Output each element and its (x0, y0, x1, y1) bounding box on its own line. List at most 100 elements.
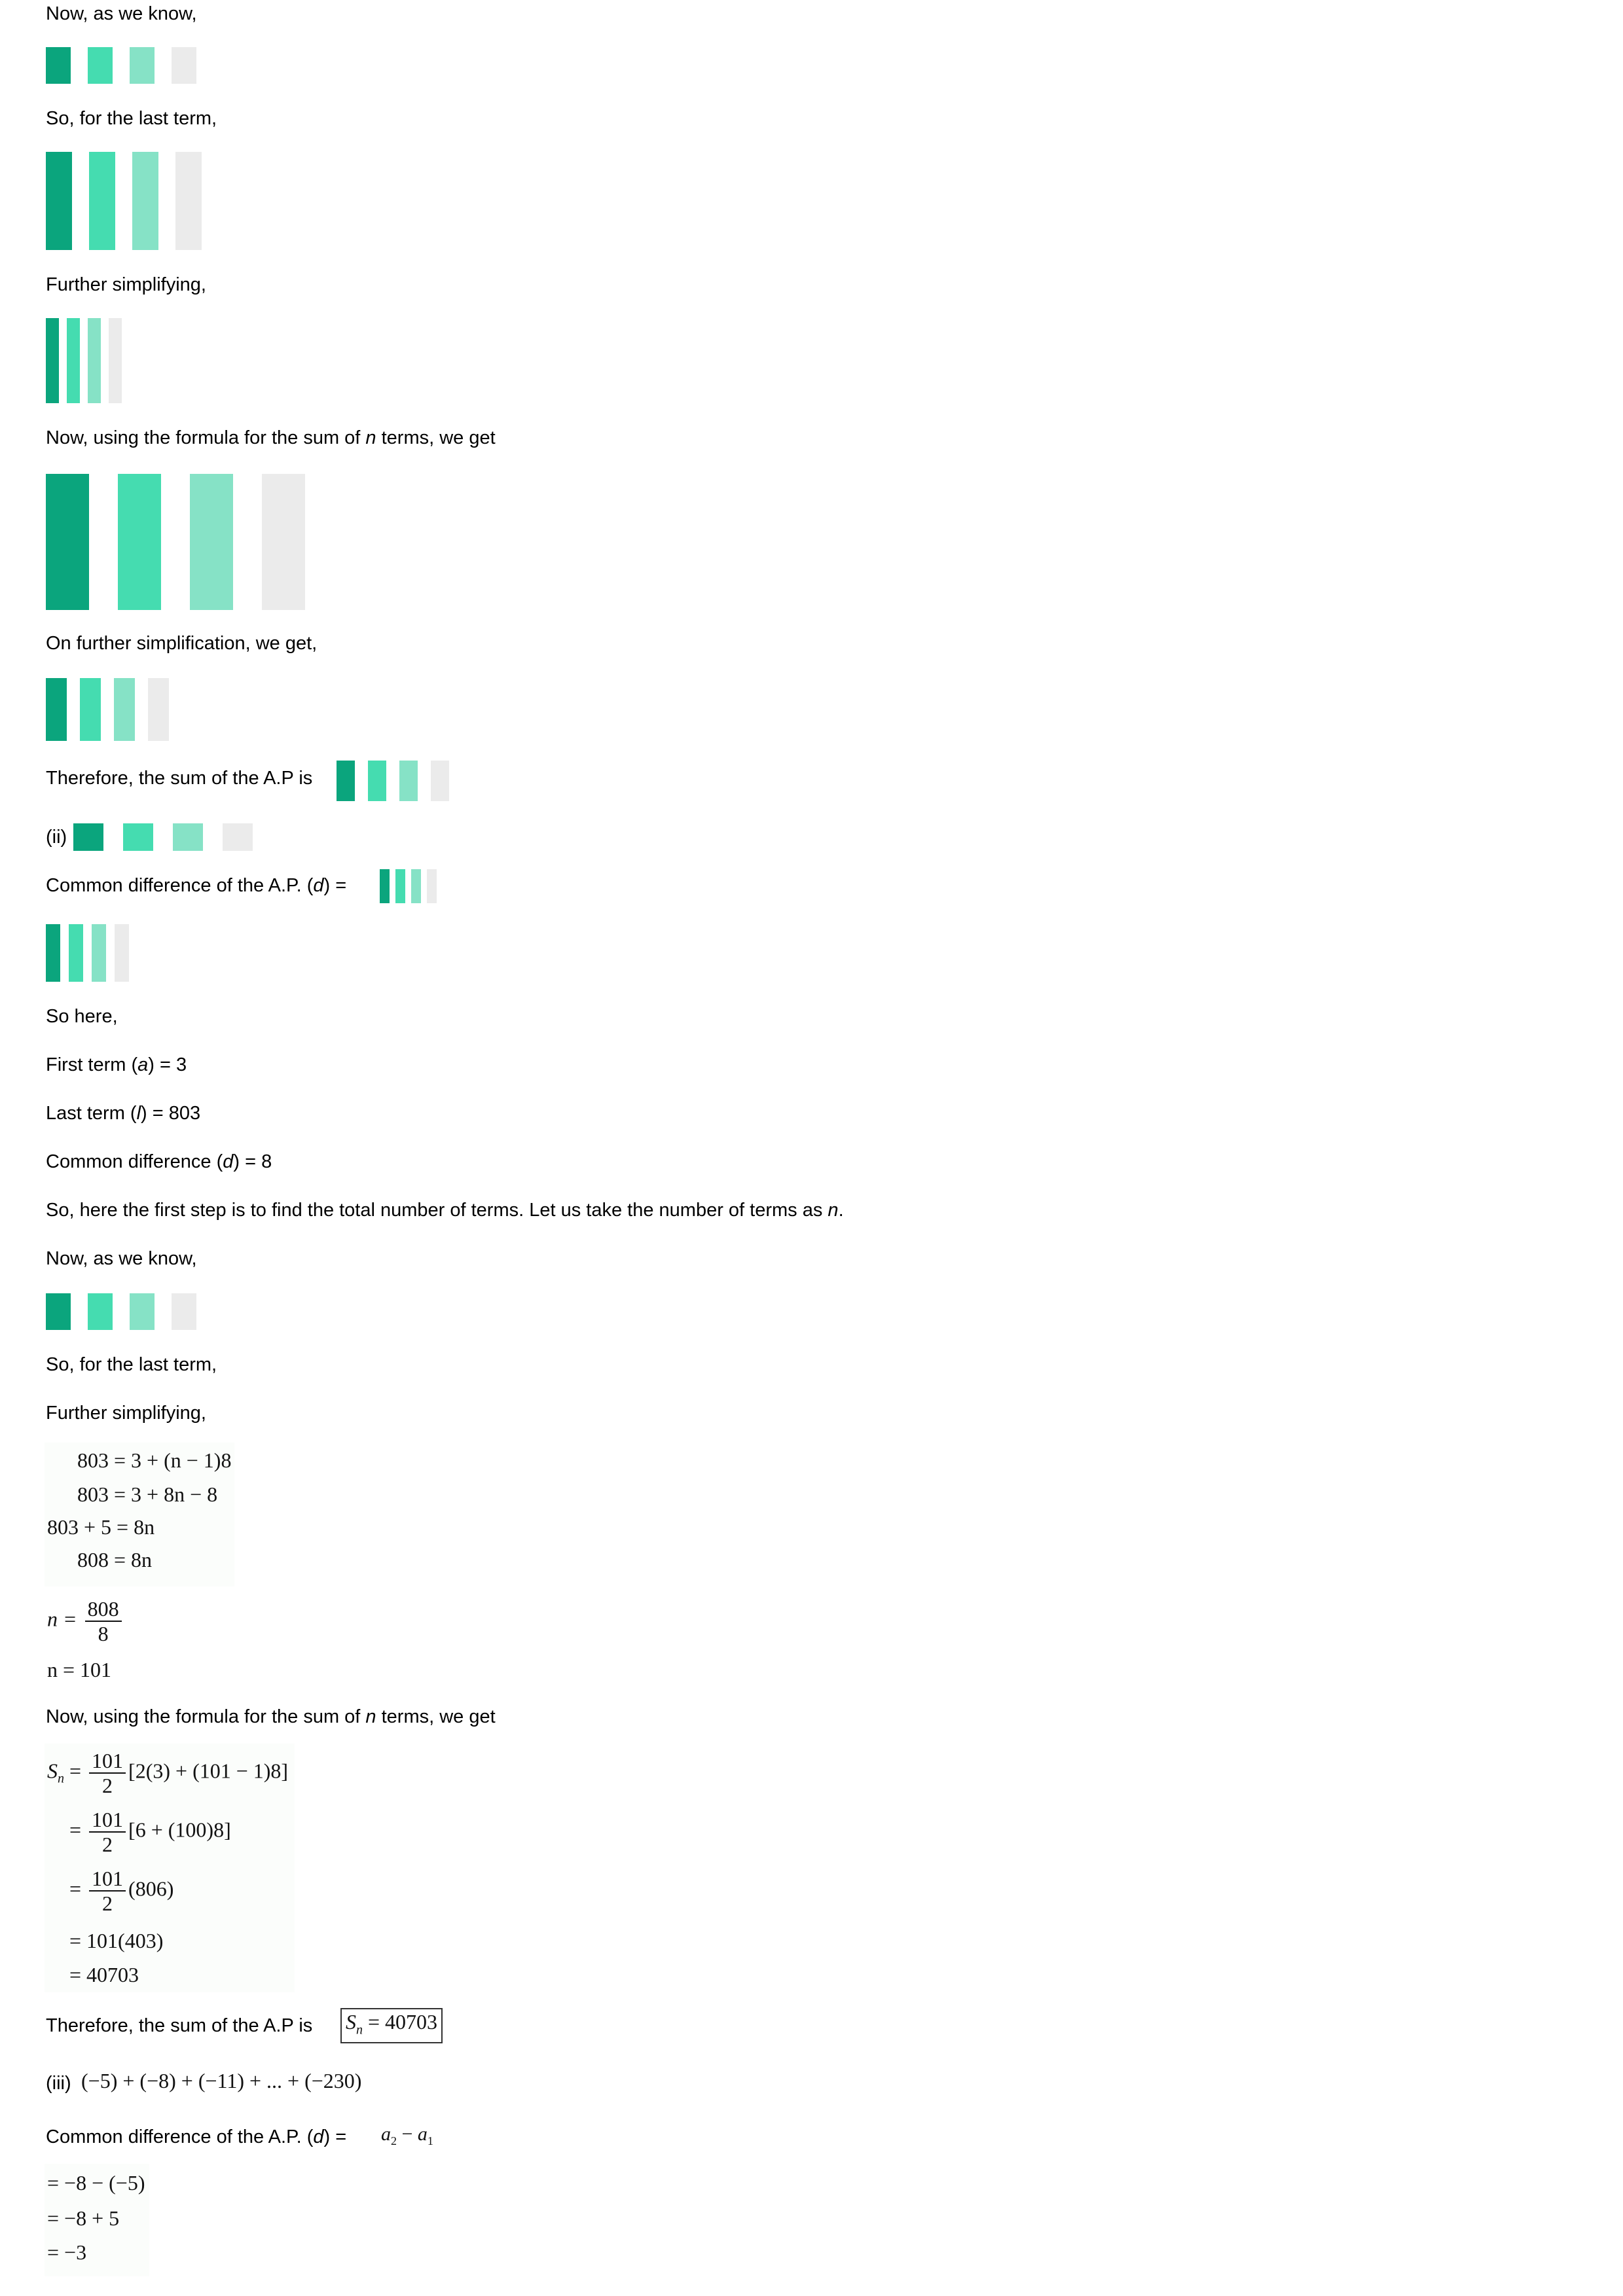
text-common-difference-3: Common difference of the A.P. (d) = (46, 2126, 346, 2148)
sum-line-4: = 101(403) (69, 1929, 164, 1952)
text-fragment: ) = 3 (148, 1054, 187, 1075)
text-first-term: First term (a) = 3 (46, 1054, 187, 1076)
var-d: d (313, 875, 324, 896)
text-fragment: Now, using the formula for the sum of (46, 1706, 366, 1727)
var-S: S (346, 2010, 356, 2034)
answer-box: Sn = 40703 (340, 2008, 443, 2044)
equals-sign: = (69, 1759, 82, 1783)
bar-gray (115, 924, 129, 982)
text-last-term-value: Last term (l) = 803 (46, 1102, 200, 1124)
text-fragment: ) = (323, 875, 347, 896)
redacted-answer-bars (337, 761, 449, 801)
text-therefore-2: Therefore, the sum of the A.P is (46, 2015, 313, 2036)
difference-line-2: = −8 + 5 (47, 2206, 120, 2230)
text-for-last-term-1: So, for the last term, (46, 108, 217, 129)
bar-light (114, 678, 135, 741)
var-d: d (313, 2126, 324, 2147)
text-fragment: First term ( (46, 1054, 138, 1075)
fraction-denominator: 8 (98, 1622, 109, 1645)
var-n: n (365, 1706, 376, 1727)
var-subscript: n (58, 1771, 64, 1786)
text-for-last-term-2: So, for the last term, (46, 1354, 217, 1375)
redacted-formula-bars (46, 152, 202, 250)
bar-gray (172, 47, 196, 84)
equation-line: 803 = 3 + 8n − 8 (77, 1482, 218, 1506)
bar-gray (109, 318, 122, 403)
fraction-numerator: 101 (89, 1808, 126, 1833)
redacted-formula-bars (46, 474, 305, 610)
sum-line-5: = 40703 (69, 1963, 139, 1986)
var-subscript: 1 (427, 2134, 433, 2147)
text-part-ii: (ii) (46, 827, 67, 848)
sum-line-1: Sn = 101 2 [2(3) + (101 − 1)8] (47, 1749, 288, 1797)
equation-line: 808 = 8n (77, 1548, 153, 1571)
fraction-denominator: 2 (102, 1833, 113, 1856)
fraction-denominator: 2 (102, 1774, 113, 1797)
fraction: 101 2 (89, 1808, 126, 1856)
bar-mid (80, 678, 101, 741)
bar-light (88, 318, 101, 403)
text-therefore-1: Therefore, the sum of the A.P is (46, 768, 313, 789)
text-further-simplifying-1: Further simplifying, (46, 274, 206, 295)
bar-light (173, 823, 203, 851)
bar-dark (337, 761, 355, 801)
text-first-step: So, here the first step is to find the t… (46, 1199, 844, 1221)
fraction-numerator: 101 (89, 1867, 126, 1892)
bar-dark (46, 678, 67, 741)
fraction: 101 2 (89, 1749, 126, 1797)
redacted-formula-bars (46, 678, 169, 741)
var-S: S (47, 1759, 58, 1783)
bar-light (92, 924, 106, 982)
var-d: d (223, 1151, 234, 1172)
redacted-formula-bars (380, 869, 437, 903)
var-subscript: n (356, 2022, 363, 2037)
bar-mid (89, 152, 115, 250)
equation-rhs: (806) (128, 1876, 174, 1901)
series-iii: (−5) + (−8) + (−11) + ... + (−230) (81, 2069, 362, 2092)
bar-gray (175, 152, 202, 250)
var-a: a (381, 2123, 391, 2145)
bar-light (399, 761, 418, 801)
text-further-simplifying-2: Further simplifying, (46, 1403, 206, 1424)
bar-dark (46, 924, 60, 982)
equation-n-result: n = 101 (47, 1658, 112, 1681)
text-so-here: So here, (46, 1006, 118, 1027)
bar-dark (46, 474, 89, 610)
text-part-iii: (iii) (46, 2073, 71, 2094)
redacted-formula-bars (46, 924, 129, 982)
bar-dark (380, 869, 390, 903)
text-fragment: Last term ( (46, 1103, 137, 1124)
difference-line-1: = −8 − (−5) (47, 2171, 145, 2195)
bar-light (130, 47, 155, 84)
var-a: a (417, 2123, 428, 2145)
var-n: n (365, 427, 376, 448)
bar-gray (431, 761, 449, 801)
fraction: 101 2 (89, 1867, 126, 1915)
bar-dark (46, 47, 71, 84)
bar-mid (395, 869, 405, 903)
bar-mid (118, 474, 161, 610)
text-fragment: Common difference of the A.P. ( (46, 875, 314, 896)
redacted-formula-bars (46, 1293, 196, 1330)
boxed-answer: Sn = 40703 (340, 2008, 443, 2044)
text-fragment: ) = 8 (233, 1151, 272, 1172)
text-sum-formula-1: Now, using the formula for the sum of n … (46, 427, 496, 449)
equation-rhs: [2(3) + (101 − 1)8] (128, 1759, 289, 1783)
equation-line: 803 + 5 = 8n (47, 1515, 155, 1539)
equals-sign: = (69, 1818, 82, 1842)
sum-line-3: = 101 2 (806) (69, 1867, 173, 1915)
bar-gray (148, 678, 169, 741)
answer-value: = 40703 (363, 2010, 438, 2034)
bar-dark (46, 1293, 71, 1330)
redacted-series-bars (73, 823, 253, 851)
bar-light (190, 474, 233, 610)
text-further-simplification: On further simplification, we get, (46, 633, 318, 654)
bar-dark (73, 823, 103, 851)
difference-formula: a2 − a1 (381, 2122, 433, 2153)
redacted-formula-bars (46, 318, 122, 403)
text-fragment: So, here the first step is to find the t… (46, 1200, 828, 1221)
text-fragment: Common difference ( (46, 1151, 223, 1172)
var-n: n (828, 1200, 839, 1221)
text-now-as-we-know-2: Now, as we know, (46, 1248, 197, 1269)
fraction-denominator: 2 (102, 1892, 113, 1915)
